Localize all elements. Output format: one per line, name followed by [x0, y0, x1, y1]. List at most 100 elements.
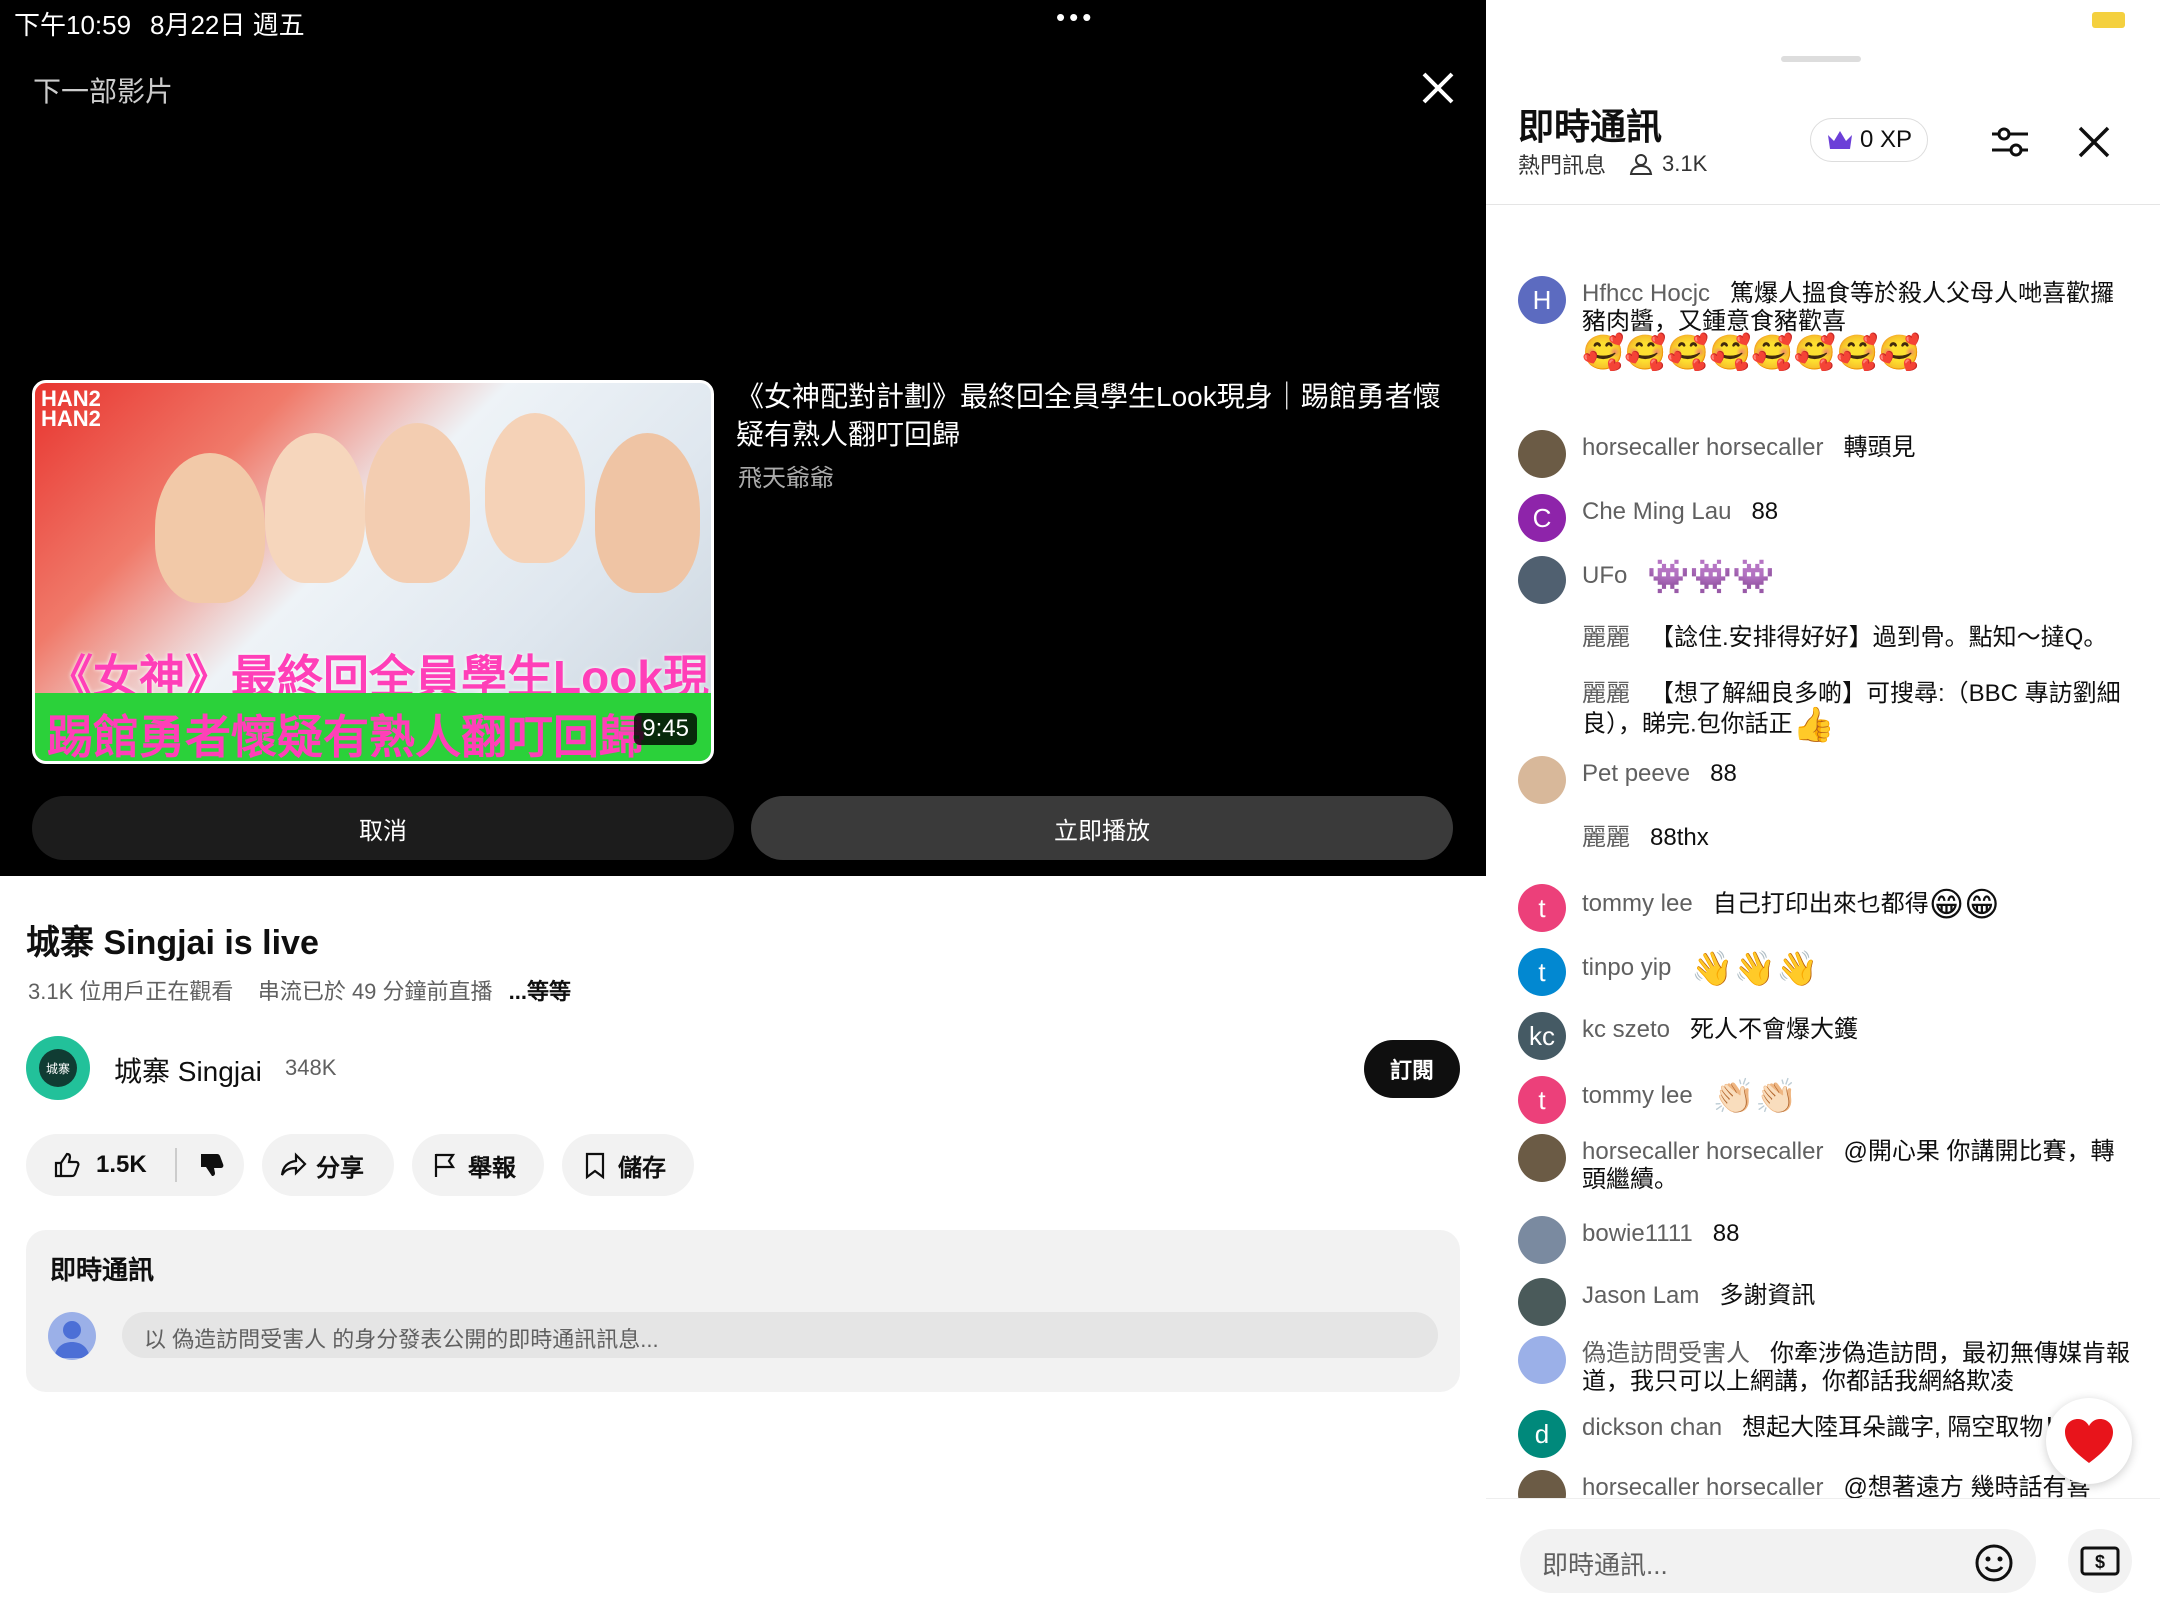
close-icon[interactable] [2072, 120, 2116, 164]
up-next-channel: 飛天爺爺 [738, 465, 834, 492]
chat-author[interactable]: Pet peeve [1582, 760, 1690, 787]
super-chat-button[interactable]: $ [2068, 1529, 2132, 1593]
channel-name[interactable]: 城寨 Singjai [114, 1050, 262, 1090]
chat-author[interactable]: 麗麗 [1582, 680, 1630, 707]
chat-message[interactable]: d dickson chan 想起大陸耳朵識字, 隔空取物！ [1518, 1410, 2138, 1458]
chat-message[interactable]: horsecaller horsecaller @開心果 你講開比賽，轉頭繼續。 [1518, 1134, 2138, 1194]
viewer-count: 3.1K 位用戶正在觀看 [28, 979, 234, 1004]
chat-mode[interactable]: 熱門訊息 [1518, 148, 1606, 180]
chat-message[interactable]: H Hfhcc Hocjc 篤爆人搵食等於殺人父母人哋喜歡攞豬肉醬，又鍾意食豬歡喜🥰… [1518, 276, 2138, 370]
thumbs-up-icon[interactable] [52, 1150, 82, 1180]
chat-message[interactable]: 麗麗 【想了解細良多啲】可搜尋:（BBC 專訪劉細良），睇完.包你話正👍 [1518, 676, 2138, 744]
channel-avatar[interactable]: 城寨 [26, 1036, 90, 1100]
subscribe-button[interactable]: 訂閱 [1364, 1040, 1460, 1098]
chat-message[interactable]: t tommy lee 自己打印出來乜都得😁😁 [1518, 884, 2138, 932]
chat-author[interactable]: kc szeto [1582, 1016, 1670, 1043]
heart-reaction-button[interactable] [2046, 1398, 2132, 1484]
chat-avatar[interactable]: t [1518, 884, 1566, 932]
chat-message[interactable]: 麗麗 88thx [1518, 820, 2138, 868]
chat-message[interactable]: t tinpo yip 👋👋👋 [1518, 948, 2138, 996]
chat-avatar[interactable] [1518, 1336, 1566, 1384]
report-button[interactable]: 舉報 [412, 1134, 544, 1196]
share-button[interactable]: 分享 [262, 1134, 394, 1196]
up-next-label: 下一部影片 [33, 76, 174, 107]
chat-author[interactable]: dickson chan [1582, 1414, 1722, 1441]
emoji-icon[interactable] [1974, 1543, 2014, 1583]
like-dislike-group[interactable]: 1.5K [26, 1134, 244, 1196]
live-chat-card[interactable]: 即時通訊 以 偽造訪問受害人 的身分發表公開的即時通訊訊息... [26, 1230, 1460, 1392]
drag-handle[interactable] [1781, 56, 1861, 62]
chat-author[interactable]: Hfhcc Hocjc [1582, 280, 1710, 307]
chat-message[interactable]: 麗麗 【諗住.安排得好好】過到骨。點知～撻Q。 [1518, 620, 2138, 668]
chat-message-body: 麗麗 【諗住.安排得好好】過到骨。點知～撻Q。 [1582, 624, 2138, 652]
chat-avatar[interactable] [1518, 756, 1566, 804]
chat-text: 88thx [1650, 824, 1709, 851]
chat-message-body: Jason Lam 多謝資訊 [1582, 1282, 2138, 1310]
chat-avatar[interactable]: C [1518, 494, 1566, 542]
flag-icon [434, 1153, 456, 1177]
chat-message[interactable]: horsecaller horsecaller 轉頭見 [1518, 430, 2138, 478]
chat-avatar[interactable]: kc [1518, 1012, 1566, 1060]
chat-author[interactable]: tinpo yip [1582, 954, 1671, 981]
cancel-button[interactable]: 取消 [32, 796, 734, 860]
chat-card-input[interactable]: 以 偽造訪問受害人 的身分發表公開的即時通訊訊息... [122, 1312, 1438, 1358]
video-meta[interactable]: 3.1K 位用戶正在觀看 串流已於 49 分鐘前直播 ...等等 [28, 974, 571, 1006]
chat-avatar[interactable] [1518, 1134, 1566, 1182]
chat-author[interactable]: Jason Lam [1582, 1282, 1699, 1309]
save-button[interactable]: 儲存 [562, 1134, 694, 1196]
up-next-thumbnail[interactable]: HAN2HAN2 《女神》最終回全員學生Look現身 踢館勇者懷疑有熟人翻叮回歸… [32, 380, 714, 764]
close-icon[interactable] [1418, 68, 1458, 108]
up-next-title[interactable]: 《女神配對計劃》最終回全員學生Look現身｜踢館勇者懷疑有熟人翻叮回歸 [736, 378, 1456, 454]
chat-avatar[interactable]: t [1518, 1076, 1566, 1124]
chat-message[interactable]: Pet peeve 88 [1518, 756, 2138, 804]
video-player[interactable]: 下一部影片 HAN2HAN2 《女神》最終回全員學生Look現身 踢館勇者懷疑有… [0, 0, 1486, 876]
chat-author[interactable]: horsecaller horsecaller [1582, 1138, 1823, 1165]
chat-message[interactable]: Jason Lam 多謝資訊 [1518, 1278, 2138, 1326]
chat-message[interactable]: UFo 👾👾👾 [1518, 556, 2138, 604]
chat-author[interactable]: 偽造訪問受害人 [1582, 1340, 1750, 1367]
chat-author[interactable]: 麗麗 [1582, 824, 1630, 851]
chat-avatar[interactable] [1518, 430, 1566, 478]
xp-value: 0 XP [1859, 126, 1913, 153]
thumbs-down-icon[interactable] [197, 1150, 227, 1180]
chat-message-body: kc szeto 死人不會爆大鑊 [1582, 1016, 2138, 1044]
chat-avatar[interactable]: d [1518, 1410, 1566, 1458]
chat-author[interactable]: Che Ming Lau [1582, 498, 1731, 525]
chat-message-body: Pet peeve 88 [1582, 760, 2138, 788]
chat-emoji: 👾👾👾 [1647, 558, 1775, 596]
chat-message[interactable]: t tommy lee 👏🏻👏🏻 [1518, 1076, 2138, 1124]
chat-avatar[interactable] [1518, 620, 1566, 668]
chat-avatar[interactable]: H [1518, 276, 1566, 324]
chat-author[interactable]: tommy lee [1582, 890, 1693, 917]
chat-emoji: 👍 [1792, 706, 1836, 744]
chat-input[interactable]: 即時通訊... [1520, 1529, 2036, 1593]
like-count: 1.5K [96, 1151, 147, 1178]
share-icon [280, 1152, 307, 1176]
save-label: 儲存 [618, 1154, 666, 1182]
panel-subtitle[interactable]: 熱門訊息 3.1K [1518, 148, 1707, 180]
chat-text: 88 [1712, 1220, 1740, 1247]
chat-message[interactable]: bowie1111 88 [1518, 1216, 2138, 1264]
chat-message[interactable]: kc kc szeto 死人不會爆大鑊 [1518, 1012, 2138, 1060]
chat-avatar[interactable] [1518, 1278, 1566, 1326]
chat-author[interactable]: UFo [1582, 562, 1627, 589]
chat-avatar[interactable] [1518, 556, 1566, 604]
chat-message[interactable]: 偽造訪問受害人 你牽涉偽造訪問，最初無傳媒肯報道，我只可以上網講，你都話我網絡欺凌 [1518, 1336, 2138, 1396]
multitask-dots-icon[interactable]: ••• [1056, 2, 1095, 33]
chat-avatar[interactable]: t [1518, 948, 1566, 996]
chat-text: 自己打印出來乜都得 [1712, 890, 1929, 918]
chat-avatar[interactable] [1518, 676, 1566, 724]
xp-badge[interactable]: 0 XP [1810, 118, 1928, 162]
panel-viewer-count: 3.1K [1662, 151, 1708, 176]
chat-message[interactable]: C Che Ming Lau 88 [1518, 494, 2138, 542]
chat-avatar[interactable] [1518, 820, 1566, 868]
chat-avatar[interactable] [1518, 1216, 1566, 1264]
chat-author[interactable]: 麗麗 [1582, 624, 1630, 651]
chat-author[interactable]: tommy lee [1582, 1082, 1693, 1109]
play-now-button[interactable]: 立即播放 [751, 796, 1453, 860]
chat-author[interactable]: horsecaller horsecaller [1582, 1474, 1823, 1501]
chat-author[interactable]: horsecaller horsecaller [1582, 434, 1823, 461]
chat-author[interactable]: bowie1111 [1582, 1220, 1693, 1247]
filter-settings-icon[interactable] [1986, 118, 2034, 166]
more-link[interactable]: ...等等 [509, 979, 571, 1004]
